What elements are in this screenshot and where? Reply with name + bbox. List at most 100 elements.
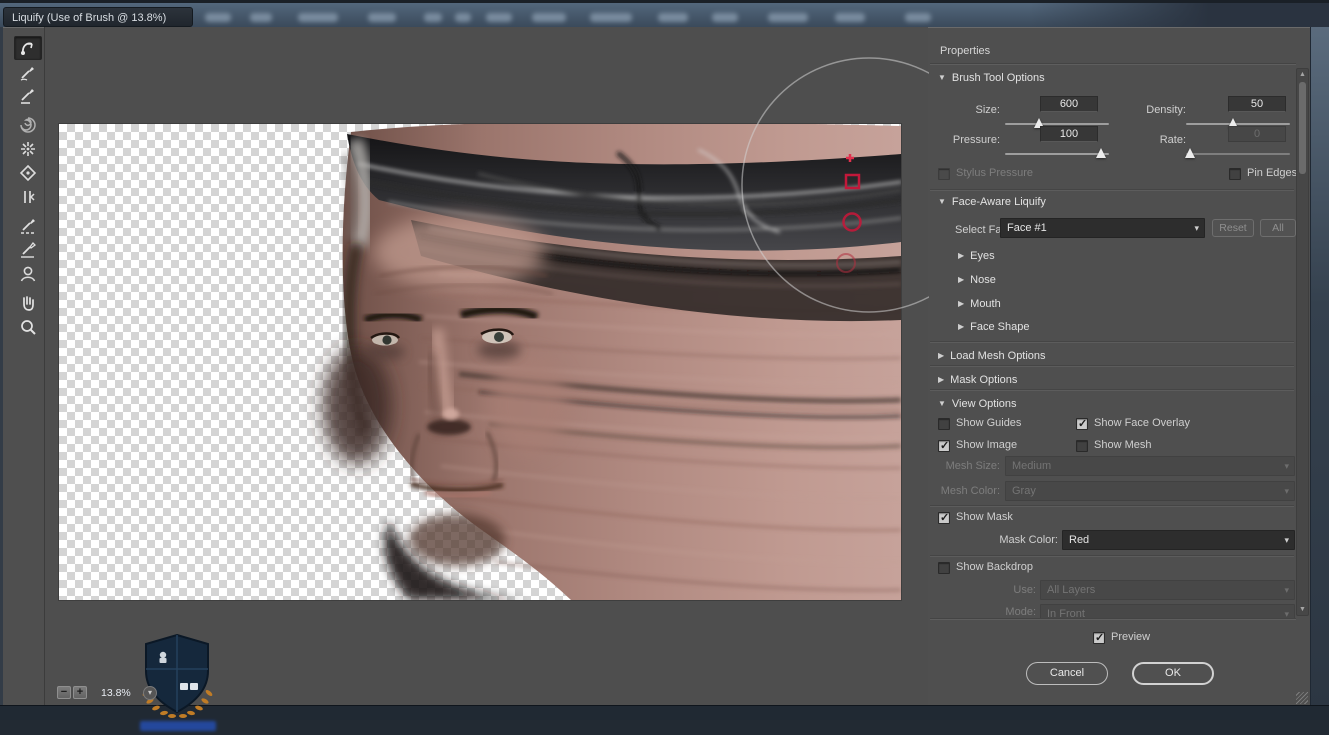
- section-mask-options[interactable]: ▶ Mask Options: [938, 374, 1017, 386]
- select-face-value: Face #1: [1007, 222, 1047, 234]
- scroll-down-icon[interactable]: ▼: [1297, 606, 1308, 613]
- magnifier-icon: [21, 320, 36, 335]
- preview-checkbox[interactable]: [1093, 631, 1105, 644]
- group-nose[interactable]: ▶ Nose: [958, 274, 996, 286]
- properties-scrollbar[interactable]: ▲ ▼: [1296, 68, 1309, 616]
- divider: [930, 64, 1296, 65]
- pucker-tool[interactable]: [14, 137, 42, 161]
- mode-label: Mode:: [1005, 606, 1036, 618]
- twirl-clockwise-tool[interactable]: [14, 113, 42, 137]
- smooth-tool[interactable]: [14, 84, 42, 108]
- hand-tool[interactable]: [14, 291, 42, 315]
- app-menubar: Liquify (Use of Brush @ 13.8%): [0, 0, 1329, 30]
- use-value: All Layers: [1047, 584, 1096, 596]
- rate-slider[interactable]: [1185, 148, 1290, 160]
- show-face-overlay-checkbox[interactable]: [1076, 417, 1088, 430]
- stylus-pressure-label: Stylus Pressure: [956, 167, 1034, 179]
- zoom-level-dropdown[interactable]: ▾: [143, 686, 157, 700]
- push-left-tool[interactable]: [14, 185, 42, 209]
- group-face-shape[interactable]: ▶ Face Shape: [958, 321, 1029, 333]
- bloat-tool[interactable]: [14, 161, 42, 185]
- menu-item-blurred: [368, 13, 396, 22]
- section-brush-tool-options[interactable]: ▼ Brush Tool Options: [938, 72, 1045, 84]
- menubar-shade: [1029, 3, 1329, 30]
- freeze-mask-tool[interactable]: [14, 214, 42, 238]
- show-image-checkbox[interactable]: [938, 439, 950, 452]
- zoom-tool[interactable]: [14, 315, 42, 339]
- divider: [930, 342, 1294, 343]
- image-canvas[interactable]: [59, 124, 901, 600]
- group-mouth[interactable]: ▶ Mouth: [958, 298, 1001, 310]
- preview-label: Preview: [1111, 631, 1151, 643]
- show-mask-checkbox[interactable]: [938, 511, 950, 524]
- density-input[interactable]: 50: [1228, 96, 1286, 112]
- mesh-color-value: Gray: [1012, 485, 1036, 497]
- show-backdrop-checkbox[interactable]: [938, 562, 950, 574]
- chevron-down-icon: ▾: [1284, 535, 1289, 545]
- cancel-button[interactable]: Cancel: [1026, 662, 1108, 685]
- menu-item-blurred: [835, 13, 865, 22]
- show-guides-label: Show Guides: [956, 417, 1022, 429]
- mesh-size-dropdown: Medium ▾: [1005, 456, 1295, 476]
- section-face-aware-liquify[interactable]: ▼ Face-Aware Liquify: [938, 196, 1046, 208]
- zoom-in-button[interactable]: +: [73, 686, 87, 699]
- hand-icon: [23, 296, 34, 311]
- dialog-resize-grip[interactable]: [1296, 692, 1308, 704]
- size-input[interactable]: 600: [1040, 96, 1098, 112]
- menu-item-blurred: [205, 13, 231, 22]
- stylus-pressure-checkbox: [938, 168, 950, 180]
- show-image-label: Show Image: [956, 439, 1018, 451]
- ok-button[interactable]: OK: [1132, 662, 1214, 685]
- pin-edges-checkbox[interactable]: [1229, 168, 1241, 180]
- canvas-area[interactable]: − + 13.8% ▾: [44, 27, 929, 731]
- chevron-down-icon: ▾: [1284, 585, 1289, 595]
- show-mesh-checkbox[interactable]: [1076, 440, 1088, 452]
- reconstruct-brush-icon: [20, 67, 34, 81]
- divider: [930, 190, 1294, 191]
- disclosure-open-icon: ▼: [938, 73, 946, 82]
- menu-item-blurred: [486, 13, 512, 22]
- group-eyes[interactable]: ▶ Eyes: [958, 250, 995, 262]
- scroll-up-icon[interactable]: ▲: [1297, 71, 1308, 78]
- scrollbar-thumb[interactable]: [1299, 82, 1306, 174]
- pressure-slider[interactable]: [1005, 148, 1109, 160]
- disclosure-open-icon: ▼: [938, 399, 946, 408]
- section-label: Load Mesh Options: [950, 350, 1046, 362]
- thaw-mask-tool[interactable]: [14, 238, 42, 262]
- properties-panel-title: Properties: [940, 45, 991, 57]
- properties-scroll-area: ▼ Brush Tool Options Size: 600 Density: 5…: [928, 66, 1310, 618]
- zoom-level-value: 13.8%: [101, 687, 131, 699]
- forward-warp-tool[interactable]: [14, 36, 42, 60]
- disclosure-closed-icon: ▶: [958, 275, 965, 284]
- disclosure-closed-icon: ▶: [958, 251, 965, 260]
- menu-item-blurred: [768, 13, 808, 22]
- smooth-brush-icon: [21, 89, 34, 104]
- disclosure-closed-icon: ▶: [938, 375, 945, 384]
- window-right-edge: [1310, 27, 1329, 720]
- menu-item-blurred: [712, 13, 738, 22]
- section-load-mesh-options[interactable]: ▶ Load Mesh Options: [938, 350, 1046, 362]
- face-tool[interactable]: [14, 262, 42, 286]
- select-face-dropdown[interactable]: Face #1 ▾: [1000, 218, 1205, 238]
- disclosure-closed-icon: ▶: [938, 351, 945, 360]
- group-label: Eyes: [970, 250, 995, 262]
- reconstruct-tool[interactable]: [14, 60, 42, 84]
- menu-item-blurred: [905, 13, 931, 22]
- zoom-out-button[interactable]: −: [57, 686, 71, 699]
- group-label: Face Shape: [970, 321, 1030, 333]
- menu-item-blurred: [298, 13, 338, 22]
- mesh-size-label: Mesh Size:: [945, 460, 1000, 472]
- divider: [930, 506, 1294, 507]
- window-bottom-edge: [0, 705, 1329, 720]
- section-view-options[interactable]: ▼ View Options: [938, 398, 1017, 410]
- all-button[interactable]: All: [1260, 219, 1296, 237]
- mask-color-dropdown[interactable]: Red ▾: [1062, 530, 1295, 550]
- reset-button[interactable]: Reset: [1212, 219, 1254, 237]
- menu-item-blurred: [250, 13, 272, 22]
- pressure-input[interactable]: 100: [1040, 126, 1098, 142]
- show-guides-checkbox[interactable]: [938, 418, 950, 430]
- mesh-color-dropdown: Gray ▾: [1005, 481, 1295, 501]
- dialog-title: Liquify (Use of Brush @ 13.8%): [3, 7, 193, 27]
- bloat-icon: [19, 164, 37, 182]
- disclosure-closed-icon: ▶: [958, 299, 965, 308]
